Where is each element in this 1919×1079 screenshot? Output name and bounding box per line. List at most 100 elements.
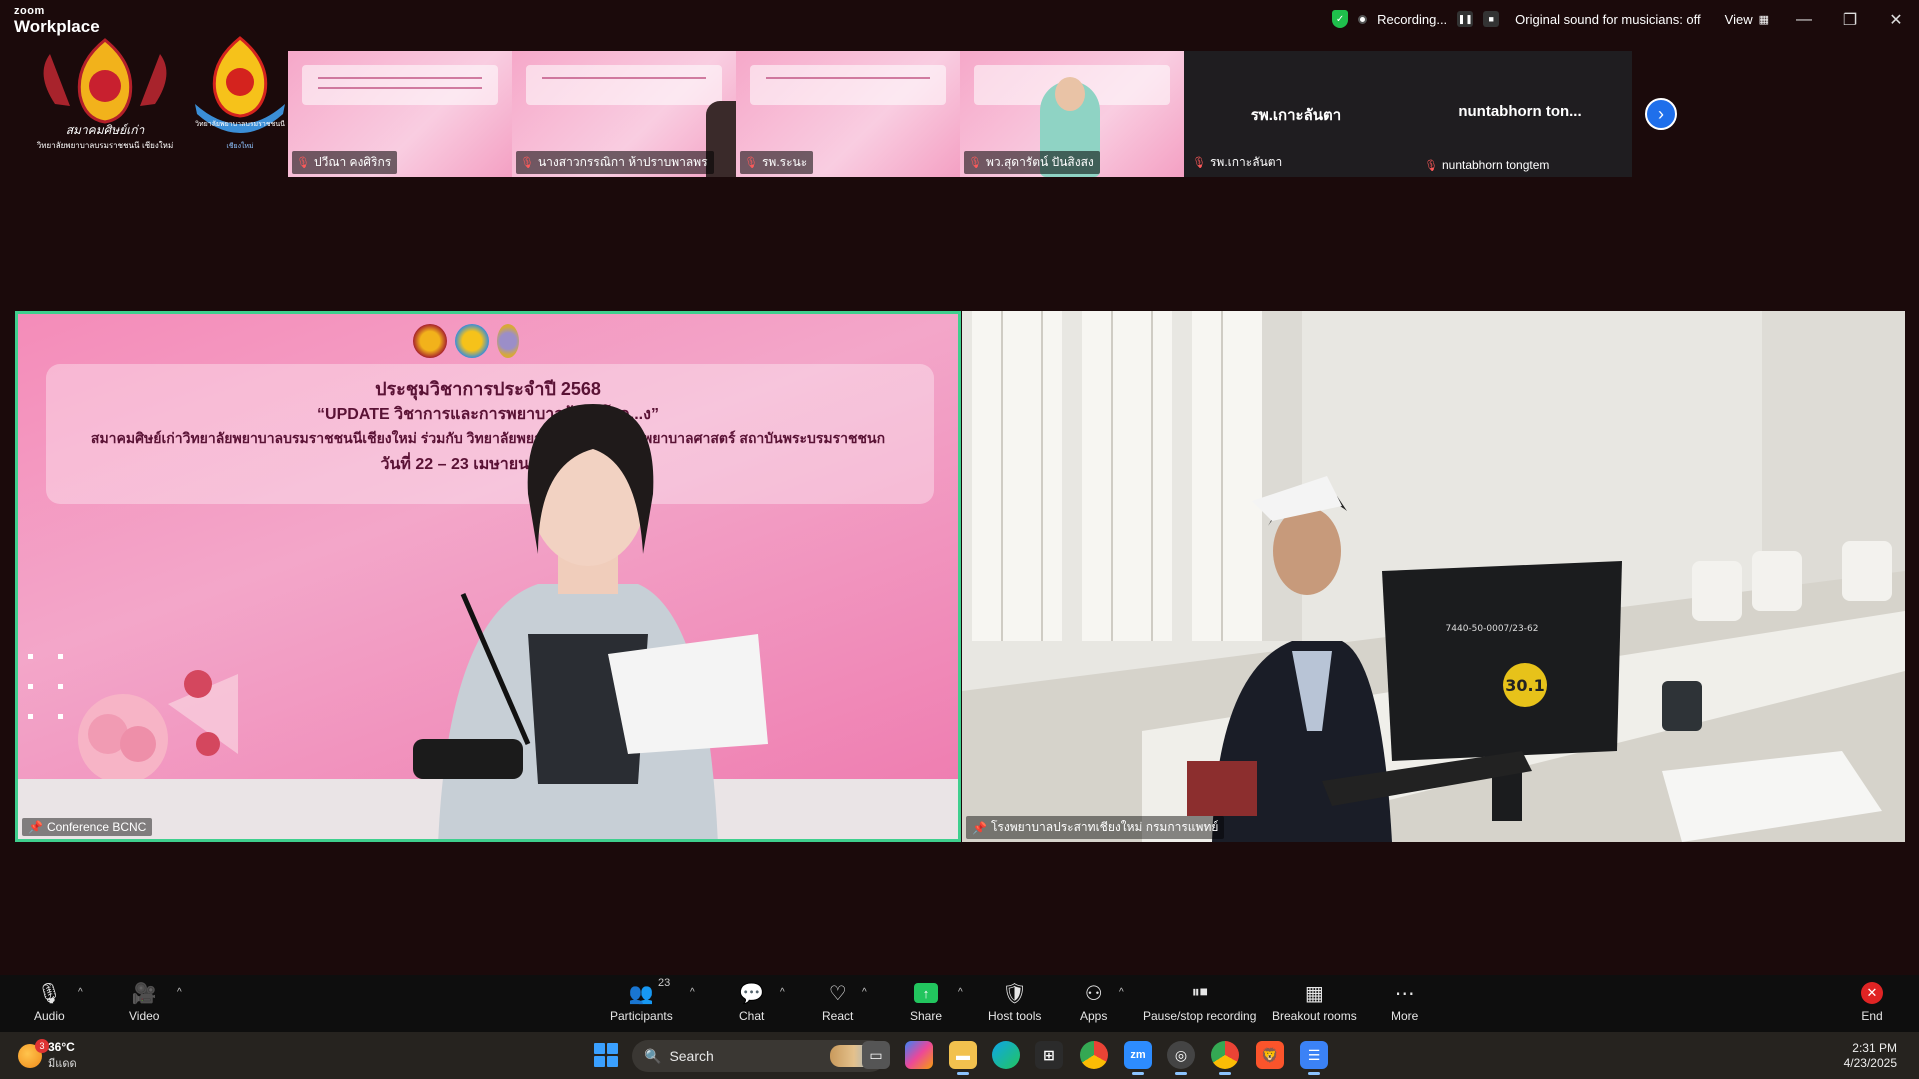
breakout-rooms-label: Breakout rooms	[1272, 1009, 1357, 1023]
view-label: View	[1724, 11, 1753, 27]
window-controls: — ❐ ✕	[1781, 0, 1919, 40]
video-label: Video	[129, 1009, 160, 1023]
react-options-chevron-icon[interactable]: ^	[862, 987, 867, 998]
breakout-rooms-button[interactable]: ▦ Breakout rooms	[1272, 979, 1357, 1024]
svg-text:เชียงใหม่: เชียงใหม่	[226, 141, 253, 150]
recording-dot-icon	[1358, 14, 1368, 24]
slide-line	[542, 77, 706, 79]
brand-zoom: zoom	[14, 5, 45, 17]
mic-muted-icon: 🎙	[968, 157, 982, 169]
system-clock[interactable]: 2:31 PM 4/23/2025	[1844, 1041, 1897, 1071]
svg-text:วิทยาลัยพยาบาลบรมราชชนนี เชียง: วิทยาลัยพยาบาลบรมราชชนนี เชียงใหม่	[36, 141, 173, 150]
host-tools-button[interactable]: 🛡 Host tools	[988, 979, 1042, 1024]
zoom-app-icon[interactable]: zm	[1124, 1041, 1152, 1075]
weather-widget[interactable]: 3 36°C มีแดด	[18, 1039, 77, 1072]
video-camera-icon: 🎥	[131, 982, 157, 1005]
shared-slide-preview	[302, 65, 498, 105]
recording-status: ✓ Recording... ❚❚ ■ Original sound for m…	[1332, 10, 1769, 28]
thumbnail-tile[interactable]: รพ.เกาะลันตา 🎙 รพ.เกาะลันตา	[1184, 51, 1408, 177]
chat-button[interactable]: 💬 Chat	[739, 979, 765, 1024]
copilot-icon[interactable]	[905, 1041, 933, 1069]
edge-browser-icon[interactable]	[992, 1041, 1020, 1069]
weather-description: มีแดด	[48, 1058, 77, 1070]
zoom-meeting-window: zoom Workplace ✓ Recording... ❚❚ ■ Origi…	[0, 0, 1919, 1079]
tile-name: โรงพยาบาลประสาทเชียงใหม่ กรมการแพทย์	[990, 820, 1219, 834]
restore-icon[interactable]: ❐	[1827, 0, 1873, 40]
apps-button[interactable]: ⚇ Apps	[1080, 979, 1107, 1024]
file-explorer-icon[interactable]: ▬	[949, 1041, 977, 1075]
task-view-icon[interactable]: ▭	[862, 1041, 890, 1069]
chrome-profile-icon[interactable]	[1211, 1041, 1239, 1075]
participant-video-tile[interactable]: 30.1 7440-50-0007/23-62 📌 โรงพยาบาลประสา…	[962, 311, 1905, 842]
tile-name-tag: 📌 Conference BCNC	[22, 818, 153, 836]
participant-name: ปวีณา คงศิริกร	[313, 155, 392, 169]
microsoft-store-icon[interactable]: ⊞	[1035, 1041, 1063, 1069]
taskbar-search[interactable]: 🔍 Search	[632, 1040, 886, 1072]
apps-options-chevron-icon[interactable]: ^	[1119, 987, 1124, 998]
close-icon[interactable]: ✕	[1873, 0, 1919, 40]
view-menu[interactable]: View ▦	[1725, 12, 1769, 27]
thumbnail-tile[interactable]: 🎙 รพ.ระนะ	[736, 51, 960, 177]
slide-line	[766, 77, 930, 79]
svg-text:30.1: 30.1	[1505, 676, 1544, 695]
original-sound-toggle[interactable]: Original sound for musicians: off	[1515, 12, 1700, 27]
participant-name: พว.สุดารัตน์ ปันสิงสง	[985, 155, 1094, 169]
audio-label: Audio	[34, 1009, 65, 1023]
react-button[interactable]: ♡ React	[822, 979, 853, 1024]
share-button[interactable]: ↑ Share	[910, 979, 942, 1023]
participant-name: รพ.เกาะลันตา	[1209, 155, 1283, 169]
participant-display-name: รพ.เกาะลันตา	[1250, 107, 1342, 124]
video-button[interactable]: 🎥 Video	[129, 979, 160, 1024]
chat-icon: 💬	[739, 982, 765, 1005]
participants-options-chevron-icon[interactable]: ^	[690, 987, 695, 998]
alumni-logo-icon	[413, 324, 447, 358]
pin-icon: 📌	[28, 820, 43, 834]
end-meeting-button[interactable]: ✕ End	[1861, 979, 1883, 1023]
grid-view-icon: ▦	[1758, 13, 1769, 26]
presenter-video	[413, 404, 768, 839]
brave-browser-icon[interactable]: 🦁	[1256, 1041, 1284, 1069]
search-icon: 🔍	[644, 1047, 662, 1064]
tile-name: Conference BCNC	[46, 820, 147, 834]
thumbnail-tile[interactable]: 🎙 ปวีณา คงศิริกร	[288, 51, 512, 177]
sun-icon: 3	[18, 1039, 49, 1068]
participants-label: Participants	[610, 1009, 673, 1023]
stop-recording-icon[interactable]: ■	[1483, 11, 1500, 27]
heart-icon: ♡	[828, 982, 847, 1005]
shared-slide-preview	[526, 65, 722, 105]
alumni-association-logo: สมาคมศิษย์เก่า วิทยาลัยพยาบาลบรมราชชนนี …	[36, 38, 173, 150]
thumbnail-tile[interactable]: nuntabhorn ton... 🎙 nuntabhorn tongtem	[1408, 51, 1632, 177]
security-shield-icon[interactable]: ✓	[1332, 10, 1349, 28]
next-page-chevron-icon[interactable]: ›	[1645, 98, 1677, 130]
host-tools-label: Host tools	[988, 1009, 1042, 1023]
thumbnail-tile[interactable]: 🎙 พว.สุดารัตน์ ปันสิงสง	[960, 51, 1184, 177]
app-brand: zoom Workplace	[14, 5, 100, 36]
pause-recording-icon[interactable]: ❚❚	[1457, 11, 1474, 27]
participant-name-tag: 🎙 nuntabhorn tongtem	[1420, 156, 1555, 174]
participant-name-tag: 🎙 พว.สุดารัตน์ ปันสิงสง	[964, 151, 1100, 174]
tile-name-tag: 📌 โรงพยาบาลประสาทเชียงใหม่ กรมการแพทย์	[966, 816, 1225, 839]
notepad-icon[interactable]: ☰	[1300, 1041, 1328, 1075]
minimize-icon[interactable]: —	[1781, 0, 1827, 40]
video-options-chevron-icon[interactable]: ^	[177, 987, 182, 998]
participants-count: 23	[658, 977, 671, 989]
obs-icon[interactable]: ◎	[1167, 1041, 1195, 1075]
thumbnail-tile[interactable]: 🎙 นางสาวกรรณิกา ห้าปราบพาลพร	[512, 51, 736, 177]
pause-stop-label: Pause/stop recording	[1143, 1009, 1257, 1023]
participant-name: nuntabhorn tongtem	[1441, 158, 1550, 172]
recording-label: Recording...	[1377, 11, 1448, 27]
share-options-chevron-icon[interactable]: ^	[958, 987, 963, 998]
mic-muted-icon: 🎙	[296, 157, 310, 169]
audio-button[interactable]: 🎙 Audio	[34, 979, 65, 1024]
institute-logo-icon	[497, 324, 519, 358]
audio-options-chevron-icon[interactable]: ^	[78, 987, 83, 998]
chrome-icon[interactable]	[1080, 1041, 1108, 1069]
pause-stop-recording-button[interactable]: ⏸⏹ Pause/stop recording	[1143, 979, 1256, 1023]
windows-start-icon[interactable]	[594, 1043, 618, 1067]
shared-slide-preview	[750, 65, 946, 105]
share-screen-icon: ↑	[914, 983, 939, 1003]
active-speaker-tile[interactable]: ประชุมวิชาการประจำปี 2568 “UPDATE วิชากา…	[15, 311, 961, 842]
chat-options-chevron-icon[interactable]: ^	[780, 987, 785, 998]
more-button[interactable]: ⋯ More	[1391, 979, 1418, 1024]
shield-icon: 🛡	[1001, 982, 1028, 1005]
